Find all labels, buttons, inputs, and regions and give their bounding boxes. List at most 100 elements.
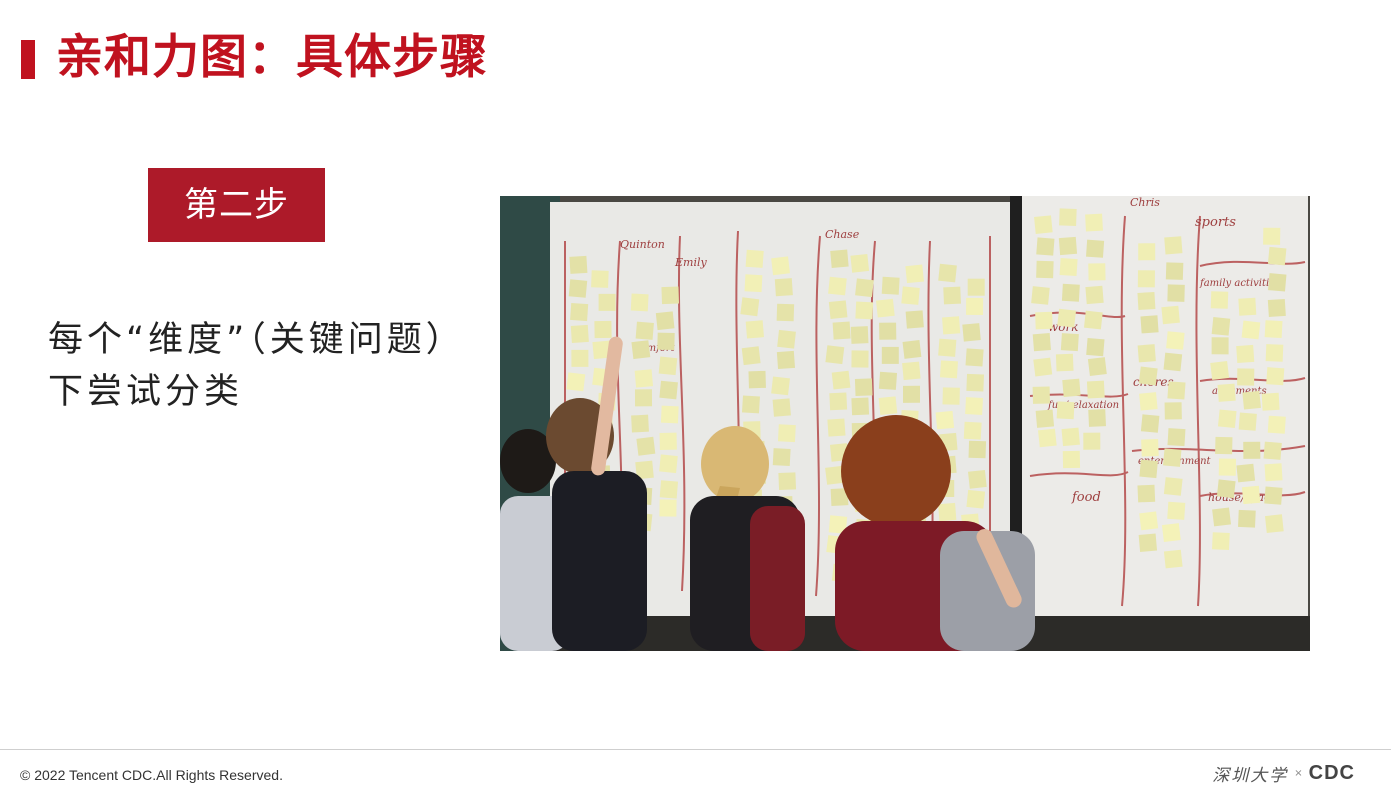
sticky-note	[1211, 337, 1229, 355]
sticky-note	[1055, 353, 1074, 372]
sticky-note	[965, 397, 984, 415]
sticky-note	[1167, 284, 1185, 302]
sticky-note	[902, 340, 922, 359]
sticky-note	[777, 329, 796, 349]
sticky-note	[875, 298, 895, 318]
sticky-note	[1140, 414, 1160, 433]
sticky-note	[935, 410, 955, 430]
sticky-note	[568, 279, 588, 298]
sticky-note	[942, 316, 961, 335]
sticky-note	[748, 370, 766, 389]
sticky-note	[966, 297, 984, 315]
sticky-note	[570, 302, 589, 322]
sticky-note	[1212, 507, 1232, 527]
sticky-note	[943, 286, 961, 305]
sticky-note	[1088, 409, 1106, 427]
sticky-note	[740, 297, 760, 317]
sticky-note	[777, 424, 796, 443]
sticky-note	[1032, 333, 1051, 352]
sticky-note	[1140, 315, 1159, 334]
sticky-note	[1210, 361, 1230, 380]
sticky-note	[1056, 401, 1075, 420]
sticky-note	[1167, 501, 1186, 520]
sticky-note	[594, 320, 612, 339]
sticky-note	[745, 320, 764, 339]
logo-university: 深圳大学	[1212, 765, 1289, 786]
sticky-note	[771, 256, 790, 276]
sticky-note	[631, 340, 651, 360]
sticky-note	[881, 346, 899, 364]
sticky-note	[1137, 484, 1156, 503]
sticky-note	[851, 397, 870, 416]
sticky-note	[967, 278, 985, 296]
sticky-note	[831, 370, 851, 390]
sticky-note	[659, 454, 678, 474]
footer-divider	[0, 749, 1391, 750]
sticky-note	[1032, 386, 1051, 404]
sticky-note	[938, 502, 957, 522]
sticky-note	[938, 263, 957, 283]
sticky-note	[1139, 459, 1158, 479]
sticky-note	[825, 345, 845, 365]
sticky-note	[1035, 311, 1053, 330]
sticky-note	[851, 350, 869, 368]
sticky-note	[1265, 344, 1284, 362]
sticky-note	[962, 323, 981, 342]
sticky-note	[1216, 479, 1236, 499]
sticky-note	[828, 276, 847, 296]
sticky-note	[1036, 237, 1055, 256]
label-emily: Emily	[674, 256, 707, 269]
sticky-note	[1237, 368, 1255, 386]
copyright-text: © 2022 Tencent CDC.All Rights Reserved.	[20, 767, 283, 783]
sticky-note	[778, 472, 797, 491]
label-family: family activities	[1199, 278, 1280, 289]
sticky-note	[1163, 477, 1183, 496]
sticky-note	[850, 253, 870, 273]
sticky-note	[1061, 283, 1080, 302]
sticky-note	[1138, 243, 1156, 261]
sticky-note	[832, 321, 851, 340]
sticky-note	[772, 448, 791, 466]
sticky-note	[1033, 357, 1053, 377]
sticky-note	[659, 380, 678, 400]
sticky-note	[1211, 532, 1230, 551]
sticky-note	[967, 469, 987, 489]
sticky-note	[636, 436, 656, 456]
sticky-note	[1038, 428, 1057, 448]
sticky-note	[1164, 236, 1183, 255]
sticky-note	[1034, 215, 1053, 234]
sticky-note	[1241, 320, 1261, 340]
sticky-note	[591, 270, 609, 288]
sticky-note	[1263, 441, 1282, 460]
label-chris: Chris	[1130, 196, 1160, 209]
sticky-note	[1267, 298, 1286, 317]
sticky-note	[1211, 317, 1231, 336]
sticky-note	[938, 338, 957, 357]
sticky-note	[741, 395, 760, 414]
sticky-note	[1217, 383, 1236, 402]
sticky-note	[1085, 285, 1104, 305]
sticky-note	[1086, 380, 1105, 399]
sticky-note	[879, 322, 897, 340]
sticky-note	[598, 293, 616, 311]
sticky-note	[828, 300, 848, 319]
sticky-note	[630, 293, 649, 312]
sticky-note	[878, 396, 898, 415]
sticky-note	[881, 276, 900, 295]
sticky-note	[1139, 392, 1158, 411]
sticky-note	[1266, 367, 1285, 386]
sticky-note	[1238, 412, 1257, 431]
sticky-note	[1141, 438, 1159, 457]
sticky-note	[942, 387, 960, 405]
sticky-note	[741, 346, 761, 366]
sticky-note	[569, 255, 588, 274]
sticky-note	[1061, 427, 1080, 447]
sticky-note	[634, 389, 653, 407]
sticky-note	[968, 440, 987, 459]
sticky-note	[827, 418, 846, 437]
sticky-note	[878, 371, 898, 390]
sticky-note	[1086, 239, 1105, 258]
sticky-note	[745, 249, 764, 268]
sticky-note	[570, 324, 589, 343]
label-quinton: Quinton	[620, 238, 665, 251]
